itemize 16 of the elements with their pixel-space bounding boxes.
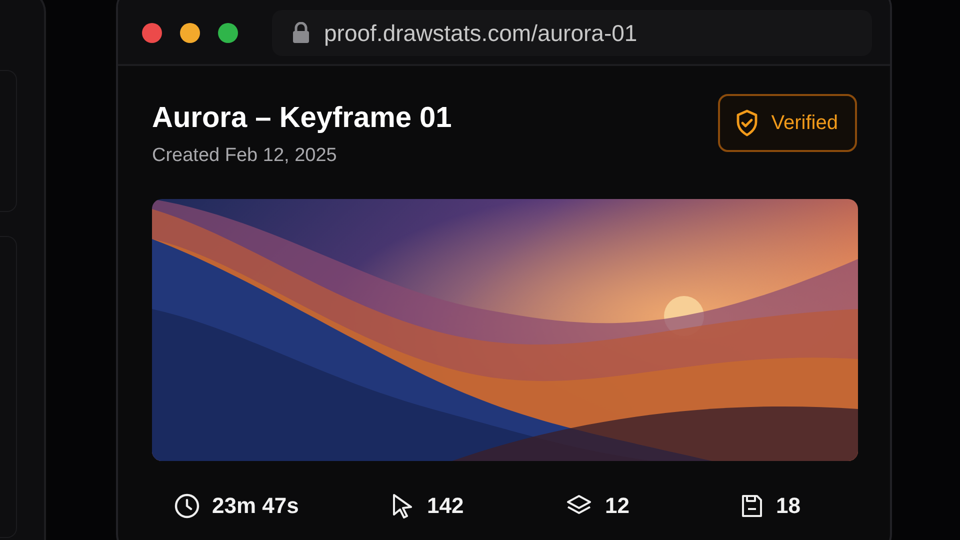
maximize-button[interactable] — [218, 23, 238, 43]
minimize-button[interactable] — [180, 23, 200, 43]
shield-check-icon — [735, 109, 760, 137]
address-bar[interactable]: proof.drawstats.com/aurora-01 — [272, 10, 872, 56]
close-button[interactable] — [142, 23, 162, 43]
created-date: Created Feb 12, 2025 — [152, 145, 338, 167]
stat-value: 18 — [776, 493, 800, 519]
artwork-title: Aurora – Keyframe 01 — [152, 102, 452, 135]
url-text: proof.drawstats.com/aurora-01 — [324, 20, 638, 46]
verified-badge: Verified — [718, 94, 857, 152]
lock-icon — [292, 22, 310, 44]
cursor-icon — [391, 493, 415, 519]
clock-icon — [174, 493, 200, 519]
stat-value: 23m 47s — [212, 493, 299, 519]
stat-value: 142 — [427, 493, 464, 519]
stat-value: 12 — [605, 493, 630, 519]
